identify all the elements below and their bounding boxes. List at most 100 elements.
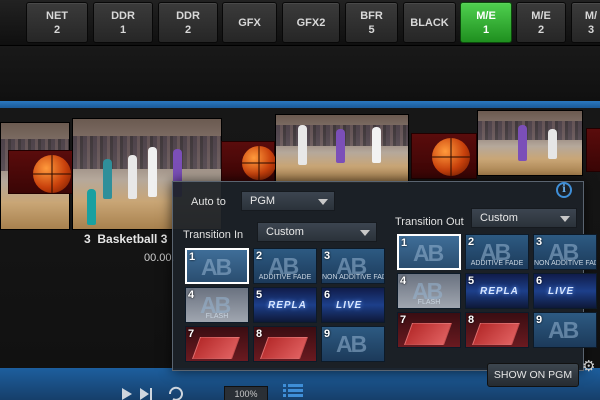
transition-tile-2[interactable]: AB ADDITIVE FADE 2	[253, 248, 317, 284]
clip-number: 3	[84, 232, 91, 246]
transition-caption: NON ADDITIVE FADE	[322, 274, 385, 281]
list-view-icon[interactable]	[283, 384, 303, 398]
transition-caption: FLASH	[417, 299, 441, 306]
transition-caption: NON ADDITIVE FADE	[534, 260, 597, 267]
source-button-line1: NET	[46, 9, 68, 22]
source-button-4[interactable]: GFX2	[282, 2, 340, 43]
ball-thumbnail-2[interactable]	[221, 141, 276, 183]
transition-caption: LIVE	[336, 300, 363, 311]
transition-tile-2[interactable]: AB ADDITIVE FADE 2	[465, 234, 529, 270]
source-switcher-bar: NET 2 DDR 1 DDR 2 GFX GFX2 BFR 5 BLACK M/E 1 M/E 2 M/3	[0, 0, 600, 46]
source-button-2[interactable]: DDR 2	[158, 2, 218, 43]
transition-graphic-icon	[191, 337, 241, 359]
source-button-9[interactable]: M/3	[571, 2, 600, 43]
source-button-line1: M/E	[476, 9, 496, 22]
transition-caption: ADDITIVE FADE	[258, 274, 312, 281]
transition-tile-number: 5	[256, 289, 263, 301]
source-button-line1: GFX2	[296, 16, 326, 29]
source-button-line2: 5	[368, 23, 375, 36]
transition-tile-9[interactable]: AB 9	[533, 312, 597, 348]
source-button-line2: 2	[53, 23, 61, 36]
transition-tile-number: 3	[536, 236, 543, 248]
auto-to-value: PGM	[250, 195, 276, 207]
transition-tile-4[interactable]: AB FLASH 4	[397, 273, 461, 309]
zoom-level-button[interactable]: 100%	[224, 386, 268, 400]
playlist-thumbnail-6[interactable]	[477, 110, 583, 176]
transition-tile-7[interactable]: 7	[397, 312, 461, 348]
playlist-thumbnail-4[interactable]	[275, 114, 409, 184]
next-icon	[150, 388, 152, 400]
transition-caption: LIVE	[548, 286, 575, 297]
source-button-line1: BFR	[360, 9, 383, 22]
ball-thumbnail-4[interactable]	[586, 128, 600, 172]
transition-tile-9[interactable]: AB 9	[321, 326, 385, 362]
chevron-down-icon	[318, 199, 328, 205]
source-button-line1: M/	[584, 9, 598, 22]
transition-tile-number: 4	[400, 275, 407, 287]
chevron-down-icon	[360, 230, 370, 236]
transition-tile-1[interactable]: AB 1	[185, 248, 249, 284]
transition-tile-5[interactable]: REPLA 5	[465, 273, 529, 309]
source-button-line1: DDR	[111, 9, 135, 22]
transition-tile-number: 7	[400, 314, 407, 326]
source-button-3[interactable]: GFX	[222, 2, 277, 43]
source-button-8[interactable]: M/E 2	[516, 2, 566, 43]
ball-thumbnail-3[interactable]	[411, 133, 477, 179]
source-button-5[interactable]: BFR 5	[345, 2, 398, 43]
transition-tile-7[interactable]: 7	[185, 326, 249, 362]
transition-tile-3[interactable]: AB NON ADDITIVE FADE 3	[321, 248, 385, 284]
auto-to-label: Auto to	[191, 196, 226, 208]
auto-to-dropdown[interactable]: PGM	[241, 191, 335, 211]
transition-tile-number: 4	[188, 289, 195, 301]
transition-tile-8[interactable]: 8	[253, 326, 317, 362]
transition-tile-number: 6	[324, 289, 331, 301]
transition-tile-number: 7	[188, 328, 195, 340]
transition-tile-8[interactable]: 8	[465, 312, 529, 348]
source-button-line2: 1	[119, 23, 127, 36]
blue-divider	[0, 101, 600, 108]
loop-icon	[168, 386, 183, 400]
transition-caption: REPLA	[480, 286, 519, 297]
transition-caption: FLASH	[205, 313, 229, 320]
transition-in-label: Transition In	[183, 229, 244, 241]
chevron-down-icon	[560, 216, 570, 222]
transition-tile-number: 2	[468, 236, 475, 248]
source-button-line1: M/E	[531, 9, 551, 22]
transition-tile-6[interactable]: LIVE 6	[321, 287, 385, 323]
transition-out-label: Transition Out	[395, 216, 464, 228]
show-on-pgm-button[interactable]: SHOW ON PGM	[487, 363, 579, 387]
transition-logo: AB	[548, 317, 579, 343]
transition-tile-number: 8	[468, 314, 475, 326]
gear-icon[interactable]: ⚙	[582, 359, 598, 375]
ui-screen: NET 2 DDR 1 DDR 2 GFX GFX2 BFR 5 BLACK M/E 1 M/E 2 M/3 …	[0, 0, 600, 400]
transition-tile-number: 1	[189, 251, 196, 263]
transition-graphic-icon	[471, 323, 521, 345]
transition-in-value: Custom	[266, 226, 304, 238]
clip-label: 3 Basketball 3	[84, 232, 167, 246]
ball-thumbnail-1[interactable]	[8, 150, 74, 194]
transition-logo: AB	[336, 331, 367, 357]
transition-caption: ADDITIVE FADE	[470, 260, 524, 267]
transition-tile-number: 3	[324, 250, 331, 262]
transition-out-dropdown[interactable]: Custom	[471, 208, 577, 228]
source-button-7[interactable]: M/E 1	[460, 2, 512, 43]
transition-tile-4[interactable]: AB FLASH 4	[185, 287, 249, 323]
transition-tile-number: 6	[536, 275, 543, 287]
transition-in-dropdown[interactable]: Custom	[257, 222, 377, 242]
source-button-1[interactable]: DDR 1	[93, 2, 153, 43]
transition-settings-popup: Auto to PGM i Transition In Custom Trans…	[172, 181, 597, 371]
transition-tile-6[interactable]: LIVE 6	[533, 273, 597, 309]
transition-tile-1[interactable]: AB 1	[397, 234, 461, 270]
info-icon[interactable]: i	[556, 182, 572, 198]
source-button-line1: GFX	[238, 16, 261, 29]
play-icon	[122, 388, 132, 400]
source-button-6[interactable]: BLACK	[403, 2, 456, 43]
transition-tile-number: 8	[256, 328, 263, 340]
transition-tile-3[interactable]: AB NON ADDITIVE FADE 3	[533, 234, 597, 270]
clip-name: Basketball 3	[97, 232, 168, 246]
transition-tile-5[interactable]: REPLA 5	[253, 287, 317, 323]
transition-logo: AB	[413, 240, 444, 266]
source-button-line1: BLACK	[410, 16, 449, 29]
source-button-0[interactable]: NET 2	[26, 2, 88, 43]
clip-timecode: 00.00.	[144, 252, 175, 264]
